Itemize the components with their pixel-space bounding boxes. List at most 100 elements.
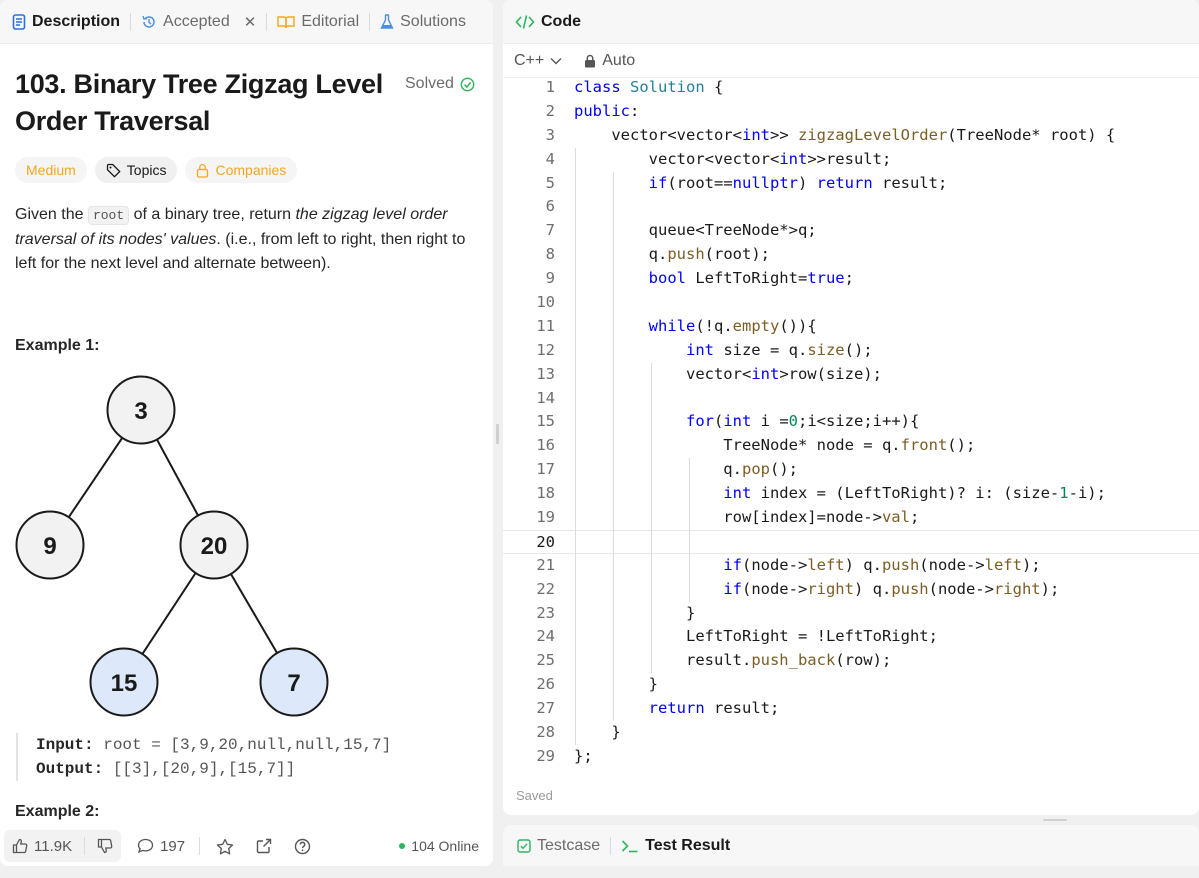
lock-icon [197,163,209,178]
footer-divider [84,837,86,855]
code-line[interactable]: 24 LeftToRight = !LeftToRight; [503,625,1199,649]
question-circle-icon [294,838,311,854]
code-editor[interactable]: 1 class Solution {2 public: 3 vector<vector… [503,76,1199,769]
online-count: 104 Online [411,838,479,854]
comments-button[interactable]: 197 [137,838,185,855]
book-icon [277,15,296,28]
code-text: TreeNode* node = q.front(); [574,436,976,455]
code-text: public: [574,101,640,120]
close-icon[interactable]: ✕ [244,13,257,31]
code-line[interactable]: 21 if(node->left) q.push(node->left); [503,554,1199,578]
tab-accepted[interactable]: Accepted ✕ [141,0,256,44]
code-line[interactable]: 9 bool LeftToRight=true; [503,267,1199,291]
check-circle-icon [460,77,475,91]
line-number: 26 [536,675,555,694]
indent-guide [613,171,614,722]
code-line[interactable]: 29}; [503,745,1199,769]
code-line[interactable]: 8 q.push(root); [503,243,1199,267]
code-line[interactable]: 28 } [503,721,1199,745]
code-line[interactable]: 15 for(int i =0;i<size;i++){ [503,410,1199,434]
tab-testcase-label: Testcase [537,836,601,854]
code-line[interactable]: 16 TreeNode* node = q.front(); [503,434,1199,458]
code-text: while(!q.empty()){ [648,316,817,335]
tab-editorial-label: Editorial [301,12,360,30]
line-number: 29 [536,746,555,765]
line-number: 5 [545,173,555,192]
input-value: root = [3,9,20,null,null,15,7] [93,736,392,754]
dislike-button[interactable] [97,838,113,854]
example-tree-diagram: 3 9 20 15 7 [15,375,329,717]
code-line[interactable]: 17 q.pop(); [503,458,1199,482]
code-line[interactable]: 26 } [503,673,1199,697]
tree-node: 15 [89,647,159,717]
checkbox-icon [517,838,531,853]
line-number: 3 [545,125,555,144]
tab-description[interactable]: Description [12,0,120,44]
auto-mode-toggle[interactable]: Auto [584,52,635,70]
code-line[interactable]: 3 vector<vector<int>> zigzagLevelOrder(T… [503,124,1199,148]
code-line[interactable]: 14 [503,387,1199,411]
code-line[interactable]: 19 row[index]=node->val; [503,506,1199,530]
difficulty-label: Medium [26,162,76,178]
favorite-button[interactable] [216,838,234,855]
code-line[interactable]: 12 int size = q.size(); [503,339,1199,363]
code-line[interactable]: 18 int index = (LeftToRight)? i: (size-1… [503,482,1199,506]
tab-test-result[interactable]: Test Result [621,837,730,855]
code-line[interactable]: 22 if(node->right) q.push(node->right); [503,578,1199,602]
tab-editorial[interactable]: Editorial [277,0,359,44]
tree-node: 9 [15,510,85,580]
line-number: 16 [536,436,555,455]
like-button[interactable]: 11.9K [12,838,72,855]
line-number: 19 [536,508,555,527]
tag-icon [106,163,121,178]
topics-button[interactable]: Topics [94,157,178,183]
code-line[interactable]: 6 [503,195,1199,219]
tab-testcase[interactable]: Testcase [517,837,600,855]
solved-label: Solved [405,75,454,92]
line-number: 17 [536,460,555,479]
line-number: 22 [536,579,555,598]
code-line[interactable]: 10 [503,291,1199,315]
example-output-line: Output: [[3],[20,9],[15,7]] [36,757,391,781]
tree-node: 3 [106,375,176,445]
help-button[interactable] [294,838,311,855]
code-line[interactable]: 13 vector<int>row(size); [503,363,1199,387]
code-line[interactable]: 25 result.push_back(row); [503,649,1199,673]
language-select[interactable]: C++ [514,52,562,70]
topics-label: Topics [126,162,167,178]
code-line[interactable]: 1 class Solution { [503,76,1199,100]
code-line[interactable]: 7 queue<TreeNode*>q; [503,219,1199,243]
tab-solutions[interactable]: Solutions [380,0,466,44]
code-line[interactable]: 27 return result; [503,697,1199,721]
code-line[interactable]: 4 vector<vector<int>>result; [503,148,1199,172]
comment-icon [137,838,154,854]
code-text: q.pop(); [574,460,798,479]
document-icon [12,13,26,30]
panel-resize-handle[interactable] [496,424,499,444]
line-number: 9 [545,269,555,288]
console-tabs: Testcase Test Result [503,825,1199,866]
tab-divider [610,836,612,855]
code-line[interactable]: 11 while(!q.empty()){ [503,315,1199,339]
code-text: if(root==nullptr) return result; [648,173,948,192]
tab-description-label: Description [32,12,121,30]
line-number: 18 [536,484,555,503]
code-line[interactable]: 2 public: [503,100,1199,124]
tree-node: 20 [179,510,249,580]
editor-resize-handle[interactable] [1043,819,1067,821]
code-text: }; [574,746,593,765]
code-line[interactable]: 20 [503,529,1199,554]
code-line[interactable]: 5 if(root==nullptr) return result; [503,172,1199,196]
line-number: 4 [545,149,555,168]
code-text: int size = q.size(); [685,340,873,359]
share-button[interactable] [256,838,272,854]
problem-description: Given the root of a binary tree, return … [15,203,480,276]
terminal-icon [622,839,638,852]
tab-code[interactable]: Code [515,13,581,31]
code-line[interactable]: 23 } [503,602,1199,626]
code-text: vector<int>row(size); [574,364,882,383]
companies-button[interactable]: Companies [185,157,298,183]
output-value: [[3],[20,9],[15,7]] [103,760,296,778]
tab-divider [130,12,132,31]
chevron-down-icon [550,57,562,64]
